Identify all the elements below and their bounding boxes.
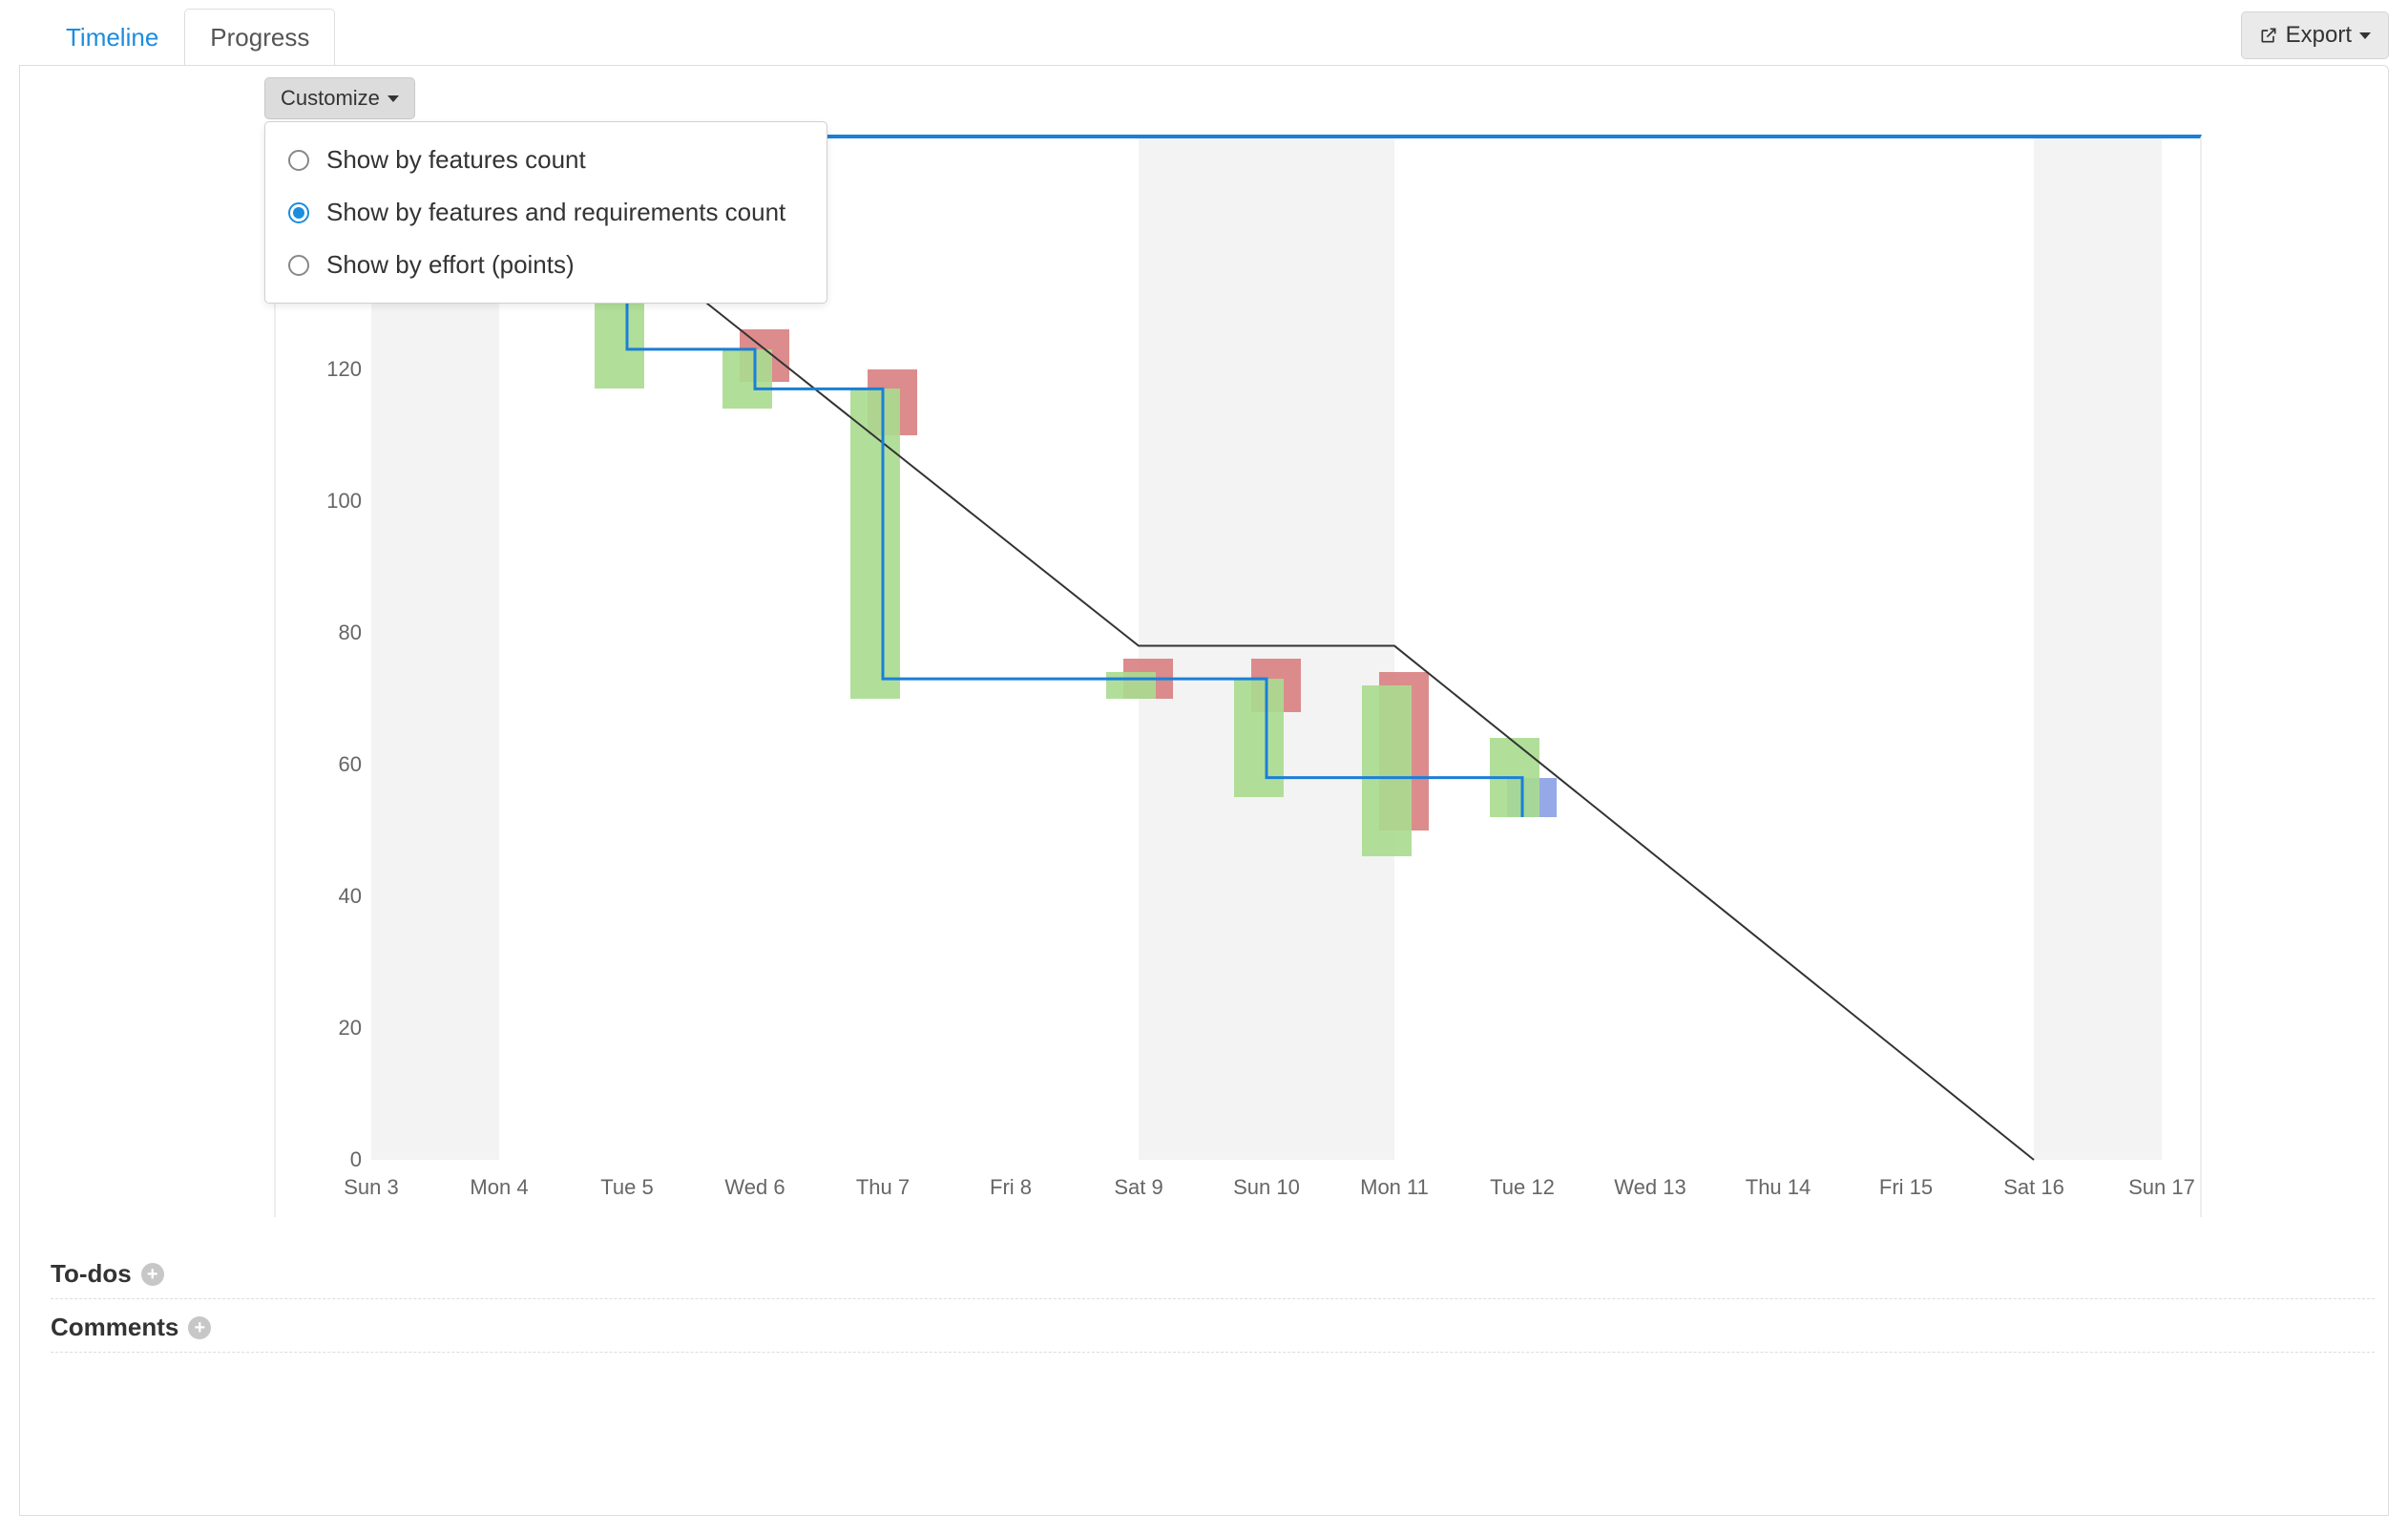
y-tick-label: 120: [304, 357, 362, 382]
x-tick-label: Sun 10: [1233, 1175, 1300, 1200]
y-tick-label: 0: [304, 1147, 362, 1172]
x-tick-label: Thu 7: [856, 1175, 910, 1200]
x-tick-label: Tue 5: [600, 1175, 653, 1200]
x-tick-label: Mon 11: [1360, 1175, 1429, 1200]
export-label: Export: [2286, 22, 2352, 49]
radio-icon: [288, 255, 309, 276]
todos-label: To-dos: [51, 1259, 132, 1289]
export-button[interactable]: Export: [2241, 11, 2389, 59]
y-tick-label: 100: [304, 489, 362, 514]
caret-down-icon: [387, 95, 399, 102]
x-tick-label: Wed 6: [724, 1175, 785, 1200]
option-features-count[interactable]: Show by features count: [265, 134, 827, 186]
export-icon: [2259, 26, 2278, 45]
y-tick-label: 60: [304, 752, 362, 777]
x-tick-label: Fri 15: [1879, 1175, 1933, 1200]
customize-dropdown: Show by features count Show by features …: [264, 121, 827, 304]
y-tick-label: 40: [304, 884, 362, 909]
comments-section-header[interactable]: Comments +: [51, 1299, 2375, 1353]
option-label: Show by features and requirements count: [326, 198, 785, 227]
tab-bar: Timeline Progress: [40, 8, 335, 65]
caret-down-icon: [2359, 32, 2371, 39]
add-icon: +: [141, 1263, 164, 1286]
todos-section-header[interactable]: To-dos +: [51, 1246, 2375, 1299]
tab-progress[interactable]: Progress: [184, 9, 335, 66]
radio-icon: [288, 202, 309, 223]
content-panel: Customize Show by features count Show by…: [19, 65, 2389, 1516]
x-tick-label: Tue 12: [1490, 1175, 1555, 1200]
comments-label: Comments: [51, 1313, 178, 1342]
x-tick-label: Fri 8: [990, 1175, 1032, 1200]
x-tick-label: Sat 9: [1114, 1175, 1162, 1200]
option-label: Show by features count: [326, 145, 586, 175]
y-tick-label: 20: [304, 1016, 362, 1041]
customize-label: Customize: [281, 86, 380, 111]
x-tick-label: Wed 13: [1614, 1175, 1686, 1200]
add-icon: +: [188, 1316, 211, 1339]
y-tick-label: 80: [304, 620, 362, 645]
option-effort-points[interactable]: Show by effort (points): [265, 239, 827, 291]
option-features-requirements-count[interactable]: Show by features and requirements count: [265, 186, 827, 239]
x-tick-label: Mon 4: [470, 1175, 528, 1200]
radio-icon: [288, 150, 309, 171]
x-tick-label: Sun 3: [344, 1175, 399, 1200]
x-tick-label: Sat 16: [2003, 1175, 2064, 1200]
tab-timeline[interactable]: Timeline: [40, 9, 184, 66]
customize-button[interactable]: Customize: [264, 77, 415, 119]
option-label: Show by effort (points): [326, 250, 575, 280]
x-tick-label: Thu 14: [1746, 1175, 1811, 1200]
x-tick-label: Sun 17: [2128, 1175, 2195, 1200]
